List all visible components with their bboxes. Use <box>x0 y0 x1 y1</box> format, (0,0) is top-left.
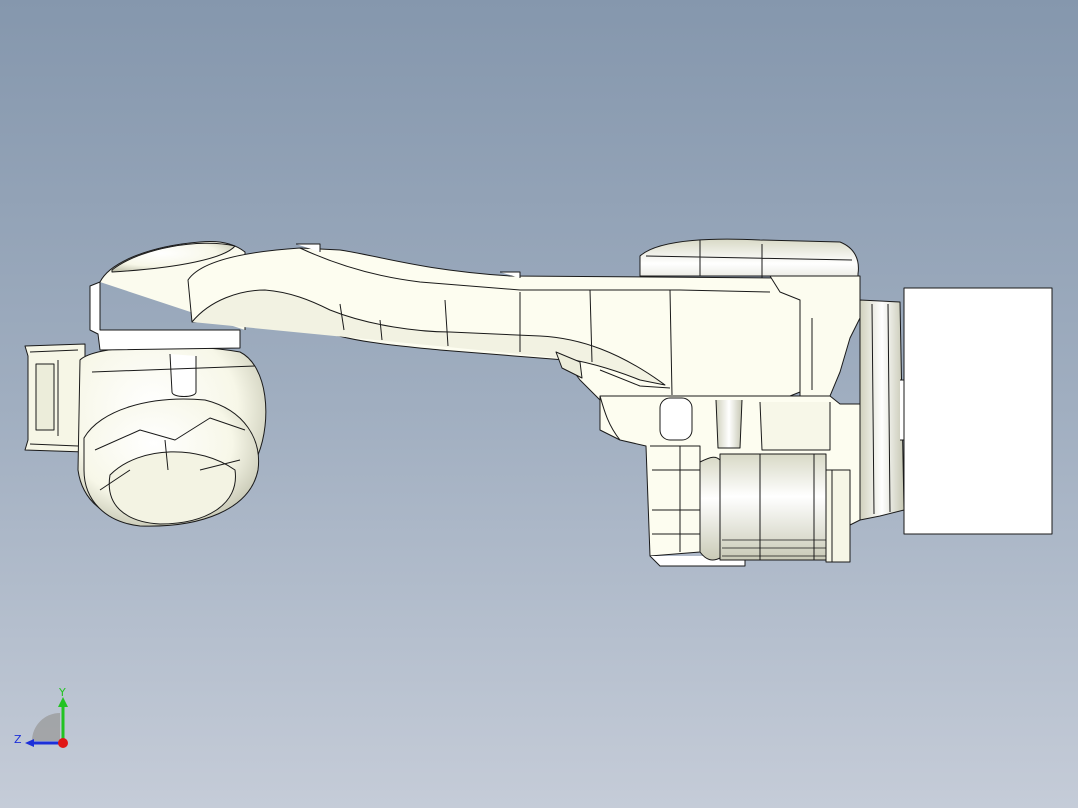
triad-quadrant <box>32 713 60 741</box>
robot-arm-model[interactable] <box>0 0 1078 808</box>
base-plate <box>903 287 1053 535</box>
motor <box>699 453 851 563</box>
y-axis-label: Y <box>58 686 66 699</box>
orientation-triad[interactable]: Y Z <box>10 685 80 755</box>
wrist-flange <box>24 343 86 453</box>
wrist-assembly <box>77 345 267 527</box>
x-axis-dot <box>58 738 68 748</box>
3d-viewport[interactable]: Y Z <box>0 0 1078 808</box>
z-axis-arrow <box>25 739 34 747</box>
z-axis-label: Z <box>14 733 22 746</box>
